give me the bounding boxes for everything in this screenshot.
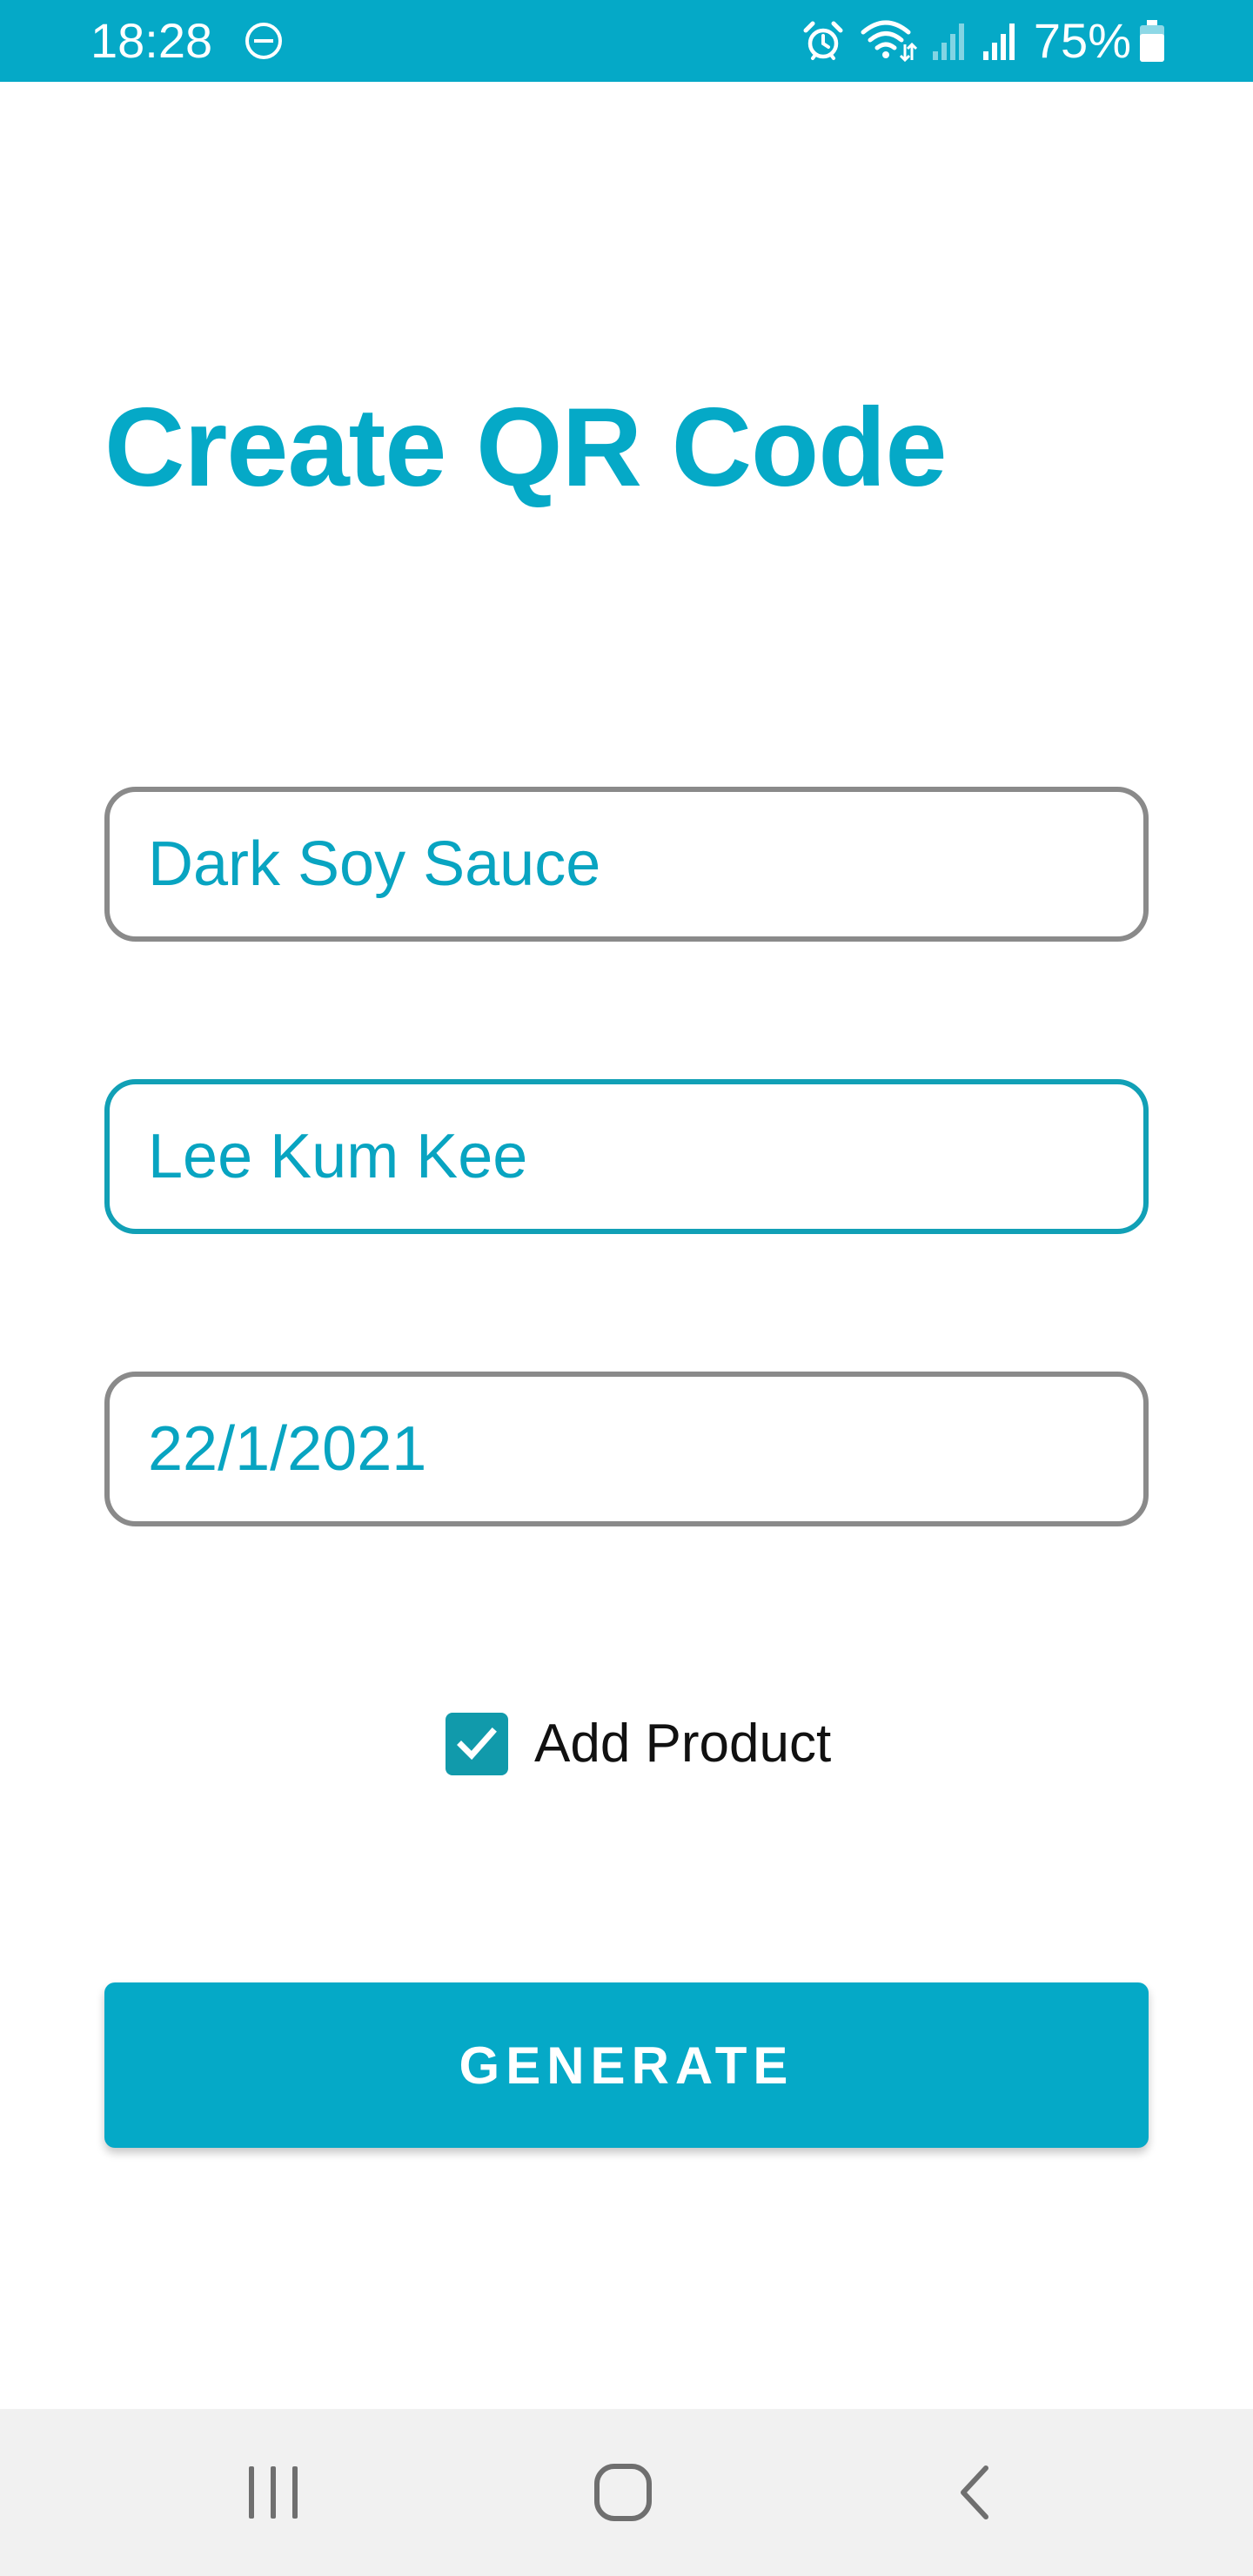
checkmark-icon <box>457 1727 497 1761</box>
status-icons: 75% <box>801 12 1166 70</box>
home-icon <box>594 2464 652 2521</box>
product-name-field[interactable] <box>104 787 1149 942</box>
product-name-input[interactable] <box>144 792 1105 936</box>
wifi-icon <box>861 20 917 63</box>
generate-button[interactable]: GENERATE <box>104 1982 1149 2148</box>
alarm-icon <box>803 21 843 60</box>
brand-input[interactable] <box>144 1084 1105 1229</box>
status-bar: 18:28 75% <box>0 0 1253 82</box>
battery-icon <box>1140 20 1164 62</box>
brand-field[interactable] <box>104 1079 1149 1234</box>
recents-button[interactable] <box>186 2409 360 2576</box>
do-not-disturb-icon <box>245 23 282 59</box>
add-product-checkbox[interactable] <box>446 1713 508 1775</box>
date-input[interactable] <box>144 1377 1105 1521</box>
home-button[interactable] <box>536 2409 710 2576</box>
signal-icon <box>982 23 1015 60</box>
status-time: 18:28 <box>90 13 213 68</box>
signal-icon <box>932 23 964 60</box>
back-icon <box>961 2465 988 2519</box>
date-field[interactable] <box>104 1372 1149 1526</box>
back-button[interactable] <box>888 2409 1062 2576</box>
app-screen: 18:28 75% Create QR Code Dark Soy Sauce … <box>0 0 1253 2576</box>
add-product-checkbox-row[interactable]: Add Product <box>446 1711 831 1777</box>
navigation-bar <box>0 2409 1253 2576</box>
add-product-label: Add Product <box>534 1714 832 1774</box>
page-title: Create QR Code <box>104 386 948 510</box>
battery-percent: 75% <box>1033 13 1131 68</box>
recents-icon <box>249 2466 298 2519</box>
